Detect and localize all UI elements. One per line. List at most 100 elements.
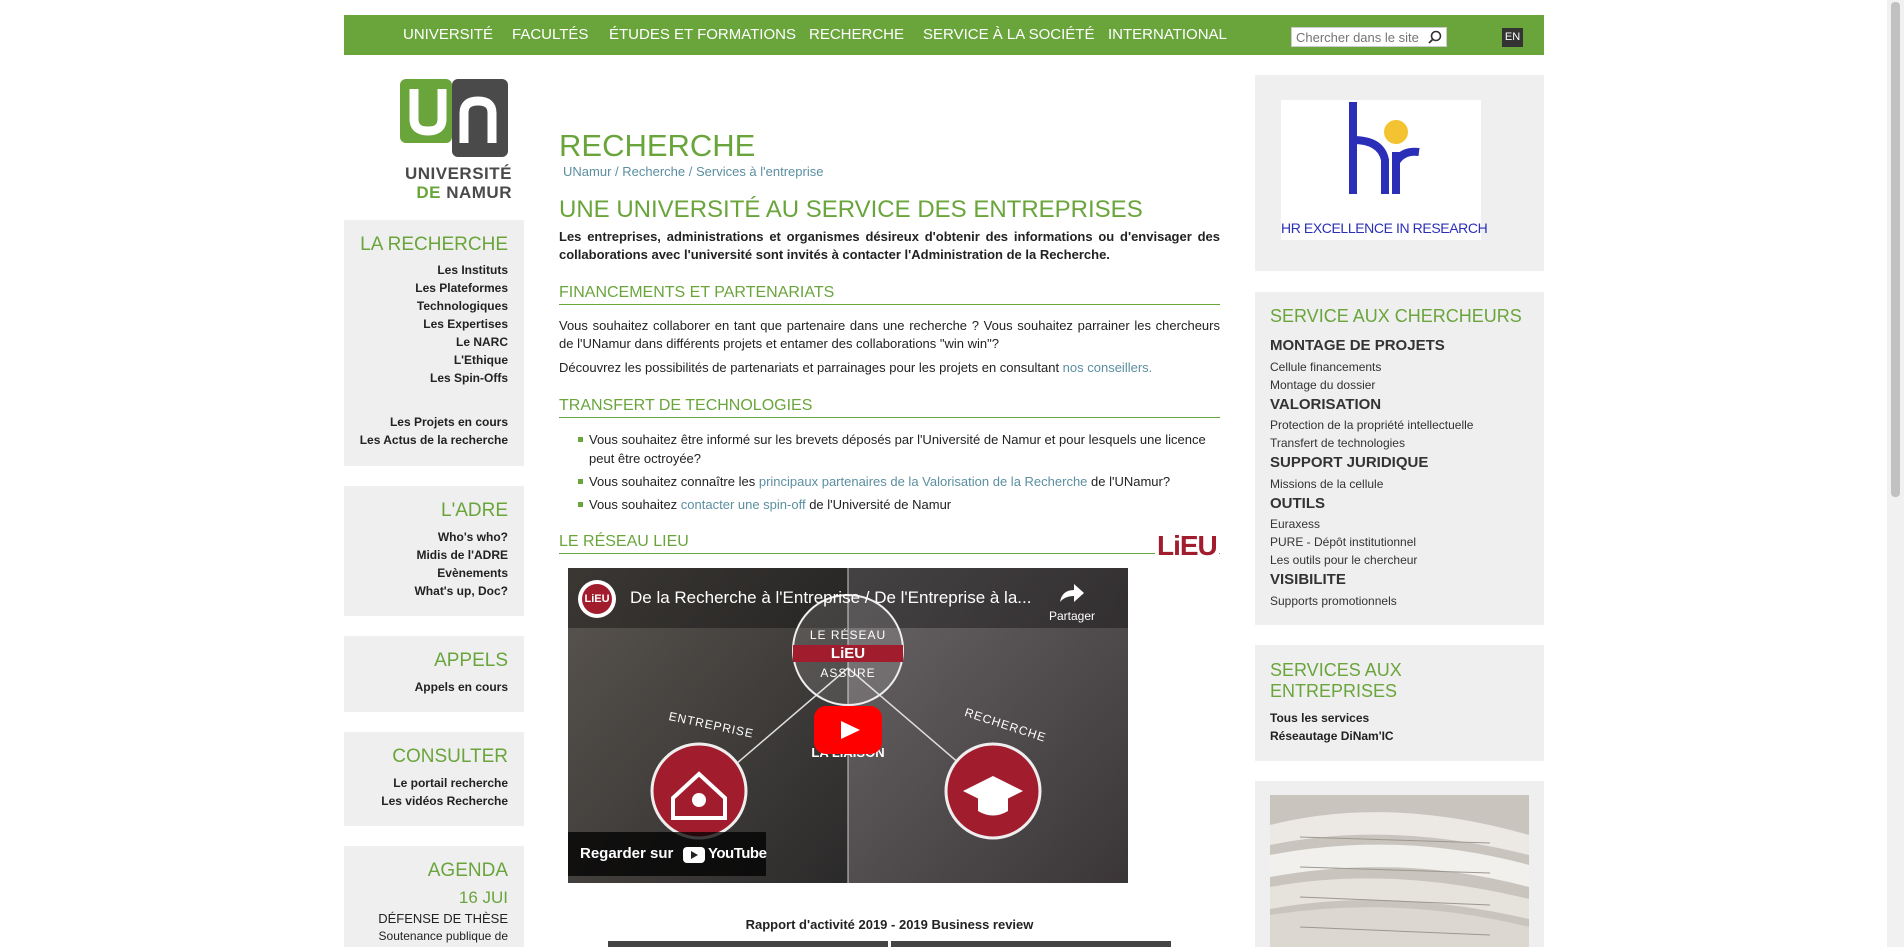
page-scrollbar[interactable] [1887,0,1904,947]
play-button[interactable] [814,706,882,754]
sidebar-consulter-title: CONSULTER [392,746,508,767]
valorisation-heading: VALORISATION [1270,396,1382,413]
nav-facultes[interactable]: FACULTÉS [512,15,588,55]
video-title[interactable]: De la Recherche à l'Entreprise / De l'En… [630,588,1030,608]
sidebar-link-videos[interactable]: Les vidéos Recherche [381,794,508,808]
rapport-heading: Rapport d'activité 2019 - 2019 Business … [745,917,1034,932]
section-heading: UNE UNIVERSITÉ AU SERVICE DES ENTREPRISE… [559,196,1143,223]
link-euraxess[interactable]: Euraxess [1270,517,1320,531]
sidebar-link-midis[interactable]: Midis de l'ADRE [416,548,508,562]
transfert-heading: TRANSFERT DE TECHNOLOGIES [559,397,1220,418]
nav-recherche[interactable]: RECHERCHE [809,15,904,55]
sidebar-adre-title: L'ADRE [441,500,508,521]
financements-heading: FINANCEMENTS ET PARTENARIATS [559,284,1220,305]
transfert-bullet-2-post: de l'UNamur? [1087,474,1171,489]
video-text-assure: ASSURE [820,666,876,680]
montage-projets-heading: MONTAGE DE PROJETS [1270,337,1445,354]
search-icon[interactable] [1428,30,1442,49]
lieu-logo: LiEU [1155,530,1219,562]
sidebar-link-portail[interactable]: Le portail recherche [393,776,508,790]
sidebar-appels-title: APPELS [434,650,508,671]
sidebar-adre: L'ADRE Who's who? Midis de l'ADRE Evènem… [344,486,524,616]
watch-on-label: Regarder sur [580,845,674,862]
link-supports-promotionnels[interactable]: Supports promotionnels [1270,594,1397,608]
channel-logo: LiEU [582,584,612,614]
sidebar-appels: APPELS Appels en cours [344,636,524,712]
sidebar-link-appels-en-cours[interactable]: Appels en cours [415,680,508,694]
breadcrumb-current[interactable]: Services à l'entreprise [696,164,823,179]
scrollbar-thumb[interactable] [1891,2,1900,497]
share-button[interactable]: Partager [1040,582,1104,623]
logo-text-namur: NAMUR [446,183,512,202]
page-title: RECHERCHE [559,128,756,163]
sidebar-link-ethique[interactable]: L'Ethique [454,353,508,367]
sidebar-agenda: AGENDA 16 JUI DÉFENSE DE THÈSE Soutenanc… [344,846,524,947]
newspaper-box [1255,781,1544,947]
newspaper-stack-illustration [1270,795,1529,947]
sidebar-link-whatsup[interactable]: What's up, Doc? [414,584,508,598]
spinoff-link[interactable]: contacter une spin-off [681,497,806,512]
top-navigation: UNIVERSITÉ FACULTÉS ÉTUDES ET FORMATIONS… [344,15,1544,55]
sidebar-link-technologiques[interactable]: Technologiques [417,299,508,313]
conseillers-link[interactable]: nos conseillers. [1063,360,1153,375]
hr-excellence-logo[interactable]: HR EXCELLENCE IN RESEARCH [1281,100,1488,240]
link-montage-dossier[interactable]: Montage du dossier [1270,378,1375,392]
nav-etudes[interactable]: ÉTUDES ET FORMATIONS [609,15,796,55]
search-box [1291,27,1447,47]
nav-international[interactable]: INTERNATIONAL [1108,15,1227,55]
link-propriete-intellectuelle[interactable]: Protection de la propriété intellectuell… [1270,418,1473,432]
breadcrumb: UNamur / Recherche / Services à l'entrep… [563,164,823,179]
sidebar-link-narc[interactable]: Le NARC [456,335,508,349]
financements-text-2-body: Découvrez les possibilités de partenaria… [559,360,1063,375]
link-cellule-financements[interactable]: Cellule financements [1270,360,1381,374]
sidebar-recherche: LA RECHERCHE Les Instituts Les Plateform… [344,220,524,466]
share-label: Partager [1048,609,1096,623]
partenaires-link[interactable]: principaux partenaires de la Valorisatio… [759,474,1088,489]
rapport-thumbnail-2[interactable] [891,941,1171,947]
lieu-heading: LE RÉSEAU LIEU [559,533,1220,554]
financements-text-2: Découvrez les possibilités de partenaria… [559,359,1220,377]
sidebar-link-expertises[interactable]: Les Expertises [423,317,508,331]
financements-text: Vous souhaitez collaborer en tant que pa… [559,318,1220,351]
transfert-bullet-2-pre: Vous souhaitez connaître les [589,474,759,489]
transfert-bullet-2: Vous souhaitez connaître les principaux … [578,472,1219,491]
link-pure[interactable]: PURE - Dépôt institutionnel [1270,535,1416,549]
newspaper-image[interactable] [1270,795,1529,947]
sidebar-link-whoswho[interactable]: Who's who? [438,530,508,544]
services-entreprises-title: SERVICES AUX ENTREPRISES [1270,660,1402,701]
sidebar-link-projets[interactable]: Les Projets en cours [390,415,508,429]
rapport-thumbnail-1[interactable] [608,941,888,947]
link-outils-chercheur[interactable]: Les outils pour le chercheur [1270,553,1417,567]
video-text-le-reseau: LE RÉSEAU [809,628,887,642]
unamur-logo-mark [400,79,508,157]
link-transfert-technologies[interactable]: Transfert de technologies [1270,436,1405,450]
nav-service-societe[interactable]: SERVICE À LA SOCIÉTÉ [923,15,1094,55]
link-tous-services[interactable]: Tous les services [1270,711,1369,725]
agenda-event-title[interactable]: DÉFENSE DE THÈSE [378,911,508,926]
link-reseautage-dinamic[interactable]: Réseautage DiNam'IC [1270,729,1394,743]
watch-on-youtube-button[interactable]: Regarder sur YouTube [568,832,767,876]
agenda-event-desc: Soutenance publique de [378,929,508,943]
sidebar-link-plateformes[interactable]: Les Plateformes [415,281,508,295]
support-juridique-heading: SUPPORT JURIDIQUE [1270,454,1429,471]
youtube-video[interactable]: LiEU De la Recherche à l'Entreprise / De… [568,568,1128,883]
sidebar-link-evenements[interactable]: Evènements [437,566,508,580]
breadcrumb-separator: / [685,164,696,179]
breadcrumb-home[interactable]: UNamur [563,164,611,179]
channel-avatar[interactable]: LiEU [578,580,616,618]
youtube-icon [683,847,705,863]
sidebar-link-actus[interactable]: Les Actus de la recherche [360,433,508,447]
language-switch-en[interactable]: EN [1502,28,1523,47]
sidebar-consulter: CONSULTER Le portail recherche Les vidéo… [344,732,524,826]
sidebar-link-spinoffs[interactable]: Les Spin-Offs [430,371,508,385]
sidebar-link-instituts[interactable]: Les Instituts [437,263,508,277]
intro-text: Les entreprises, administrations et orga… [559,229,1220,262]
breadcrumb-recherche[interactable]: Recherche [622,164,685,179]
unamur-logo[interactable]: UNIVERSITÉ DE NAMUR [398,77,512,205]
search-input[interactable] [1292,28,1428,46]
hr-logo-mark [1349,102,1420,194]
nav-universite[interactable]: UNIVERSITÉ [403,15,493,55]
share-icon [1060,584,1084,602]
logo-text-de: DE [416,183,441,202]
link-missions-cellule[interactable]: Missions de la cellule [1270,477,1383,491]
